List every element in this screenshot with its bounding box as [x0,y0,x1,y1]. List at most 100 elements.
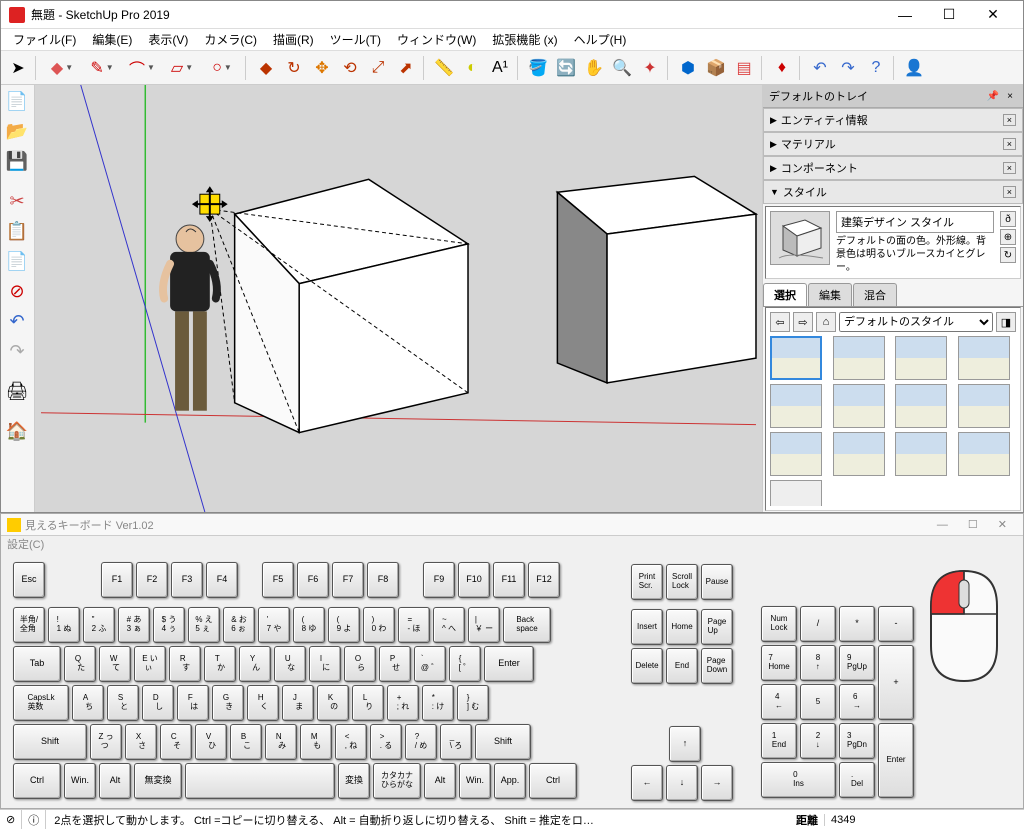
key-pageup[interactable]: Page Up [701,609,733,645]
minimize-button[interactable]: — [883,2,927,28]
key-backslash[interactable]: _ \ ろ [440,724,472,760]
style-item[interactable] [833,432,885,476]
key-np-4[interactable]: 4 ← [761,684,797,720]
menu-help[interactable]: ヘルプ(H) [566,28,635,51]
key-insert[interactable]: Insert [631,609,663,645]
key-lctrl[interactable]: Ctrl [13,763,61,799]
details-icon[interactable]: ◨ [996,312,1016,332]
key-b[interactable]: B こ [230,724,262,760]
key-j[interactable]: J ま [282,685,314,721]
key-capslock[interactable]: CapsLk 英数 [13,685,69,721]
kbd-max-icon[interactable]: ☐ [958,518,988,531]
key-l[interactable]: L り [352,685,384,721]
redo2-icon[interactable]: ↷ [3,337,31,365]
key-i[interactable]: I に [309,646,341,682]
style-item[interactable] [770,480,822,506]
orbit-tool-icon[interactable]: 🔄 [553,55,579,81]
key-down[interactable]: ↓ [666,765,698,801]
menu-extensions[interactable]: 拡張機能 (x) [484,28,565,51]
key-np-6[interactable]: 6 → [839,684,875,720]
key-np-9[interactable]: 9 PgUp [839,645,875,681]
tape-tool-icon[interactable]: 📏 [431,55,457,81]
key-f4[interactable]: F4 [206,562,238,598]
pushpull-tool-icon[interactable]: ◆ [253,55,279,81]
open-icon[interactable]: 📂 [3,117,31,145]
key-x[interactable]: X さ [125,724,157,760]
panel-component[interactable]: ▶コンポーネント× [763,156,1023,180]
maximize-button[interactable]: ☐ [927,2,971,28]
key-p[interactable]: P せ [379,646,411,682]
3d-viewport[interactable] [35,85,763,512]
save-icon[interactable]: 💾 [3,147,31,175]
style-item[interactable] [958,432,1010,476]
key-minus[interactable]: = - ほ [398,607,430,643]
key-rbracket[interactable]: } ] む [457,685,489,721]
panel-close-icon[interactable]: × [1003,114,1016,126]
nav-back-icon[interactable]: ⇦ [770,312,790,332]
key-colon[interactable]: * : け [422,685,454,721]
cut-icon[interactable]: ✂ [3,187,31,215]
key-3[interactable]: # あ 3 ぁ [118,607,150,643]
copy-icon[interactable]: 📋 [3,217,31,245]
key-f8[interactable]: F8 [367,562,399,598]
key-w[interactable]: W て [99,646,131,682]
eraser-tool-icon[interactable]: ◆▼ [43,55,81,81]
key-f2[interactable]: F2 [136,562,168,598]
key-f5[interactable]: F5 [262,562,294,598]
menu-draw[interactable]: 描画(R) [265,28,322,51]
panel-close-icon[interactable]: × [1003,162,1016,174]
print-icon[interactable]: 🖨 [3,377,31,405]
key-muhenkan[interactable]: 無変換 [134,763,182,799]
key-comma[interactable]: < , ね [335,724,367,760]
new-icon[interactable]: 📄 [3,87,31,115]
model-info-icon[interactable]: 🏠 [3,417,31,445]
tab-edit[interactable]: 編集 [808,283,852,306]
style-collection-select[interactable]: デフォルトのスタイル [839,312,993,332]
close-button[interactable]: ✕ [971,2,1015,28]
rotate-tool-icon[interactable]: ⟲ [337,55,363,81]
key-semicolon[interactable]: + ; れ [387,685,419,721]
key-henkan[interactable]: 変換 [338,763,370,799]
key-lbracket[interactable]: { [ ゜ [449,646,481,682]
key-6[interactable]: & お 6 ぉ [223,607,255,643]
rectangle-tool-icon[interactable]: ▱▼ [163,55,201,81]
key-f11[interactable]: F11 [493,562,525,598]
help-icon[interactable]: ? [863,55,889,81]
key-pagedown[interactable]: Page Down [701,648,733,684]
key-c[interactable]: C そ [160,724,192,760]
key-np-sub[interactable]: - [878,606,914,642]
select-tool-icon[interactable]: ➤ [5,55,31,81]
style-item[interactable] [895,336,947,380]
key-f7[interactable]: F7 [332,562,364,598]
scale-tool-icon[interactable]: ⤢ [365,55,391,81]
component-icon[interactable]: 📦 [703,55,729,81]
key-k[interactable]: K の [317,685,349,721]
tray-close-icon[interactable]: × [1003,91,1017,102]
key-np-2[interactable]: 2 ↓ [800,723,836,759]
warehouse-icon[interactable]: ⬢ [675,55,701,81]
kbd-min-icon[interactable]: — [927,519,958,531]
line-tool-icon[interactable]: ✎▼ [83,55,121,81]
kbd-close-icon[interactable]: ✕ [988,518,1017,531]
distance-value[interactable]: 4349 [824,814,1024,826]
key-at[interactable]: ` @ ゛ [414,646,446,682]
delete-icon[interactable]: ⊘ [3,277,31,305]
arc-tool-icon[interactable]: ⌒▼ [123,55,161,81]
key-z[interactable]: Z っ つ [90,724,122,760]
style-thumbnail[interactable] [770,211,830,265]
status-icon-2[interactable]: ⓘ [22,810,46,829]
style-name-field[interactable]: 建築デザイン スタイル [836,211,994,233]
key-1[interactable]: ! 1 ぬ [48,607,80,643]
layers-icon[interactable]: ▤ [731,55,757,81]
key-7[interactable]: ' 7 や [258,607,290,643]
circle-tool-icon[interactable]: ○▼ [203,55,241,81]
key-right[interactable]: → [701,765,733,801]
key-tab[interactable]: Tab [13,646,61,682]
style-item[interactable] [895,384,947,428]
key-9[interactable]: ( 9 よ [328,607,360,643]
key-left[interactable]: ← [631,765,663,801]
panel-close-icon[interactable]: × [1003,186,1016,198]
key-r[interactable]: R す [169,646,201,682]
key-f1[interactable]: F1 [101,562,133,598]
key-8[interactable]: ( 8 ゆ [293,607,325,643]
